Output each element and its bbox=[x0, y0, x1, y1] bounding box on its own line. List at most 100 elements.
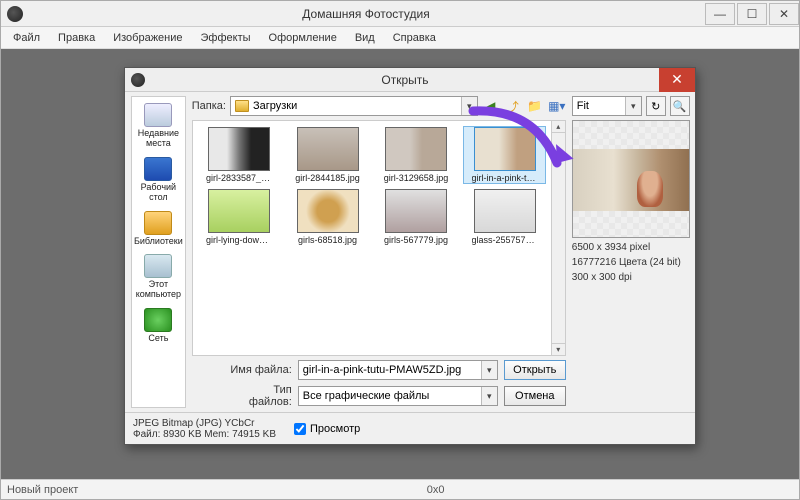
chevron-down-icon: ▾ bbox=[625, 97, 641, 115]
preview-checkbox-input[interactable] bbox=[294, 423, 306, 435]
app-icon bbox=[7, 6, 23, 22]
preview-toolbar: Fit ▾ ↻ 🔍 bbox=[572, 96, 690, 116]
filetype-value: Все графические файлы bbox=[303, 390, 430, 402]
places-bar: Недавние места Рабочий стол Библиотеки Этот… bbox=[131, 96, 186, 408]
place-label: Рабочий стол bbox=[134, 183, 183, 203]
minimize-button[interactable]: — bbox=[705, 3, 735, 25]
zoom-button[interactable]: 🔍 bbox=[670, 96, 690, 116]
rotate-button[interactable]: ↻ bbox=[646, 96, 666, 116]
new-folder-icon[interactable]: 📁 bbox=[526, 97, 544, 115]
place-label: Недавние места bbox=[134, 129, 183, 149]
thumbnail-image bbox=[474, 189, 536, 233]
menu-Справка[interactable]: Справка bbox=[385, 30, 444, 46]
thumbnail-image bbox=[297, 127, 359, 171]
titlebar: Домашняя Фотостудия — ☐ ✕ bbox=[1, 1, 799, 27]
thumbnail-caption: girl-in-a-pink-tu... bbox=[472, 173, 538, 183]
cancel-button[interactable]: Отмена bbox=[504, 386, 566, 406]
format-info: JPEG Bitmap (JPG) YCbCr bbox=[133, 418, 276, 429]
maximize-button[interactable]: ☐ bbox=[737, 3, 767, 25]
folder-combo[interactable]: Загрузки ▾ bbox=[230, 96, 478, 116]
place-label: Сеть bbox=[148, 334, 168, 344]
meta-colors: 16777216 Цвета (24 bit) bbox=[572, 257, 690, 268]
thumbnail-caption: girls-567779.jpg bbox=[384, 235, 448, 245]
chevron-down-icon: ▾ bbox=[481, 361, 497, 379]
file-thumbnail[interactable]: glass-2557577_1... bbox=[464, 189, 545, 245]
dialog-statusbar: JPEG Bitmap (JPG) YCbCr Файл: 8930 KB Me… bbox=[125, 412, 695, 444]
file-area: Папка: Загрузки ▾ ◀ ⤴ 📁 ▦▾ girl-2833587_… bbox=[192, 96, 566, 408]
status-dimensions: 0x0 bbox=[427, 484, 445, 496]
view-mode-icon[interactable]: ▦▾ bbox=[548, 97, 566, 115]
thumbnail-pane: girl-2833587_192...girl-2844185.jpggirl-… bbox=[192, 120, 566, 356]
meta-dimensions: 6500 x 3934 pixel bbox=[572, 242, 690, 253]
workspace: Открыть ✕ Недавние места Рабочий стол Библ… bbox=[1, 49, 799, 479]
thumbnail-image bbox=[208, 189, 270, 233]
open-button[interactable]: Открыть bbox=[504, 360, 566, 380]
place-icon bbox=[144, 254, 172, 278]
preview-checkbox-label: Просмотр bbox=[310, 423, 360, 435]
thumbnail-image bbox=[297, 189, 359, 233]
up-icon[interactable]: ⤴ bbox=[504, 97, 522, 115]
status-project: Новый проект bbox=[7, 484, 78, 496]
app-title: Домашняя Фотостудия bbox=[29, 7, 703, 21]
preview-checkbox[interactable]: Просмотр bbox=[294, 423, 360, 435]
thumbnail-caption: glass-2557577_1... bbox=[472, 235, 538, 245]
menu-Вид[interactable]: Вид bbox=[347, 30, 383, 46]
place-item[interactable]: Сеть bbox=[134, 306, 183, 348]
file-thumbnail[interactable]: girl-lying-down-... bbox=[199, 189, 280, 245]
file-thumbnail[interactable]: girl-2844185.jpg bbox=[287, 127, 368, 183]
filename-value: girl-in-a-pink-tutu-PMAW5ZD.jpg bbox=[303, 364, 462, 376]
folder-value: Загрузки bbox=[253, 100, 297, 112]
app-window: Домашняя Фотостудия — ☐ ✕ ФайлПравкаИзоб… bbox=[0, 0, 800, 500]
thumbnail-caption: girl-2833587_192... bbox=[206, 173, 272, 183]
fit-value: Fit bbox=[577, 100, 589, 112]
dialog-body: Недавние места Рабочий стол Библиотеки Этот… bbox=[125, 92, 695, 412]
file-thumbnail[interactable]: girls-567779.jpg bbox=[376, 189, 457, 245]
place-icon bbox=[144, 103, 172, 127]
menu-Правка[interactable]: Правка bbox=[50, 30, 103, 46]
filetype-label: Тип файлов: bbox=[228, 384, 292, 408]
place-icon bbox=[144, 211, 172, 235]
statusbar: Новый проект 0x0 bbox=[1, 479, 799, 499]
filename-input[interactable]: girl-in-a-pink-tutu-PMAW5ZD.jpg ▾ bbox=[298, 360, 498, 380]
place-item[interactable]: Недавние места bbox=[134, 101, 183, 153]
file-thumbnail[interactable]: girls-68518.jpg bbox=[287, 189, 368, 245]
preview-content bbox=[573, 149, 689, 211]
place-icon bbox=[144, 157, 172, 181]
thumbnail-image bbox=[208, 127, 270, 171]
menu-Эффекты[interactable]: Эффекты bbox=[193, 30, 259, 46]
back-icon[interactable]: ◀ bbox=[482, 97, 500, 115]
thumbnail-image bbox=[474, 127, 536, 171]
place-item[interactable]: Библиотеки bbox=[134, 209, 183, 251]
preview-panel: Fit ▾ ↻ 🔍 6500 x 3934 pixel 16777216 Цве… bbox=[572, 96, 690, 408]
menubar: ФайлПравкаИзображениеЭффектыОформлениеВи… bbox=[1, 27, 799, 49]
place-label: Библиотеки bbox=[134, 237, 183, 247]
place-label: Этот компьютер bbox=[134, 280, 183, 300]
folder-row: Папка: Загрузки ▾ ◀ ⤴ 📁 ▦▾ bbox=[192, 96, 566, 116]
filename-label: Имя файла: bbox=[228, 364, 292, 376]
dialog-close-button[interactable]: ✕ bbox=[659, 68, 695, 92]
file-thumbnail[interactable]: girl-in-a-pink-tu... bbox=[464, 127, 545, 183]
file-thumbnail[interactable]: girl-3129658.jpg bbox=[376, 127, 457, 183]
place-item[interactable]: Этот компьютер bbox=[134, 252, 183, 304]
file-fields: Имя файла: girl-in-a-pink-tutu-PMAW5ZD.j… bbox=[192, 360, 566, 408]
menu-Оформление[interactable]: Оформление bbox=[261, 30, 345, 46]
meta-dpi: 300 x 300 dpi bbox=[572, 272, 690, 283]
thumbnail-caption: girls-68518.jpg bbox=[298, 235, 357, 245]
place-item[interactable]: Рабочий стол bbox=[134, 155, 183, 207]
file-thumbnail[interactable]: girl-2833587_192... bbox=[199, 127, 280, 183]
thumbnail-grid: girl-2833587_192...girl-2844185.jpggirl-… bbox=[192, 120, 552, 356]
scroll-down-icon[interactable]: ▾ bbox=[552, 343, 565, 355]
chevron-down-icon: ▾ bbox=[481, 387, 497, 405]
thumbnail-caption: girl-3129658.jpg bbox=[384, 173, 449, 183]
status-left: JPEG Bitmap (JPG) YCbCr Файл: 8930 KB Me… bbox=[133, 418, 276, 440]
filetype-select[interactable]: Все графические файлы ▾ bbox=[298, 386, 498, 406]
folder-icon bbox=[235, 100, 249, 112]
scroll-up-icon[interactable]: ▴ bbox=[552, 121, 565, 133]
thumbnail-image bbox=[385, 127, 447, 171]
fit-select[interactable]: Fit ▾ bbox=[572, 96, 642, 116]
close-button[interactable]: ✕ bbox=[769, 3, 799, 25]
menu-Изображение[interactable]: Изображение bbox=[105, 30, 190, 46]
memory-info: Файл: 8930 KB Mem: 74915 KB bbox=[133, 429, 276, 440]
menu-Файл[interactable]: Файл bbox=[5, 30, 48, 46]
scrollbar[interactable]: ▴ ▾ bbox=[552, 120, 566, 356]
